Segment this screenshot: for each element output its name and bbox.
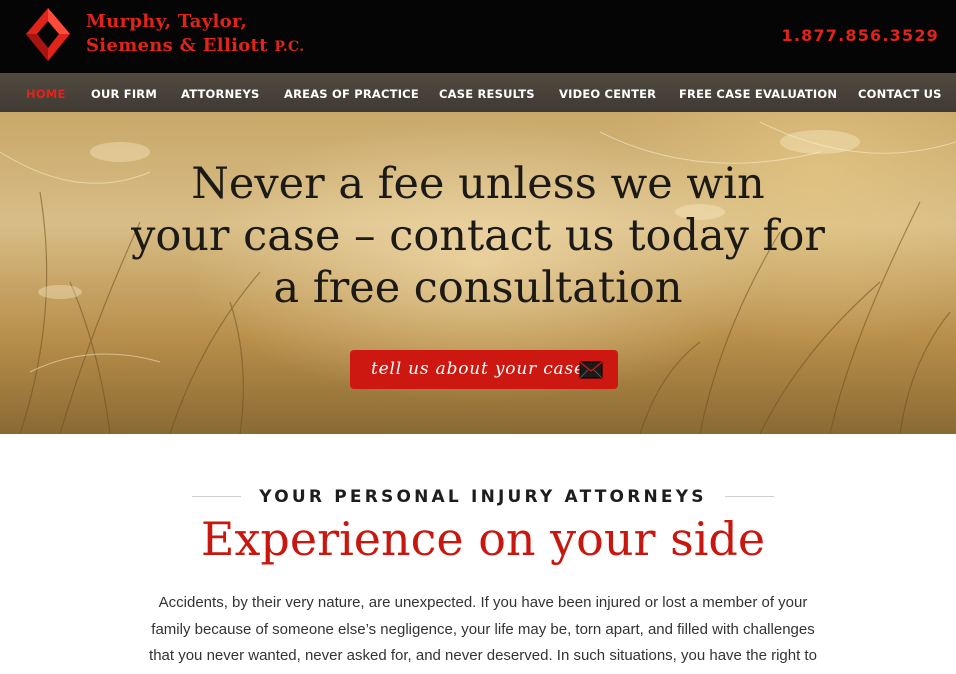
nav-item-contact-us[interactable]: CONTACT US xyxy=(858,87,942,101)
nav-item-video-center[interactable]: VIDEO CENTER xyxy=(559,87,656,101)
envelope-icon xyxy=(579,361,603,379)
firm-name-suffix: P.C. xyxy=(274,39,305,55)
hero-headline-line2: your case – contact us today for xyxy=(131,211,825,261)
hero-banner: Never a fee unless we win your case – co… xyxy=(0,112,956,434)
intro-paragraph-line3: that you never wanted, never asked for, … xyxy=(149,647,817,665)
section-kicker: YOUR PERSONAL INJURY ATTORNEYS xyxy=(259,487,707,507)
phone-number[interactable]: 1.877.856.3529 xyxy=(782,26,940,45)
firm-name-partners: Siemens & Elliott xyxy=(86,35,268,56)
intro-paragraph: Accidents, by their very nature, are une… xyxy=(120,590,846,670)
intro-paragraph-line1: Accidents, by their very nature, are une… xyxy=(158,594,808,611)
nav-item-areas-of-practice[interactable]: AREAS OF PRACTICE xyxy=(284,87,419,101)
nav-item-attorneys[interactable]: ATTORNEYS xyxy=(181,87,259,101)
cta-label: tell us about your case xyxy=(371,359,585,379)
firm-name[interactable]: Murphy, Taylor, Siemens & Elliott P.C. xyxy=(86,10,304,59)
nav-item-home[interactable]: HOME xyxy=(26,87,66,101)
intro-paragraph-line2: family because of someone else’s neglige… xyxy=(151,620,815,638)
hero-headline-line3: a free consultation xyxy=(273,263,683,313)
diamond-logo-icon[interactable] xyxy=(26,8,70,61)
hero-headline-line1: Never a fee unless we win xyxy=(191,159,765,209)
firm-name-line1: Murphy, Taylor, xyxy=(86,11,248,32)
section-headline: Experience on your side xyxy=(200,512,766,566)
firm-name-line2: Siemens & Elliott P.C. xyxy=(86,34,304,59)
site-header: Murphy, Taylor, Siemens & Elliott P.C. 1… xyxy=(0,0,956,73)
nav-item-our-firm[interactable]: OUR FIRM xyxy=(91,87,157,101)
hero-headline: Never a fee unless we win your case – co… xyxy=(0,158,956,314)
tell-us-about-your-case-button[interactable]: tell us about your case xyxy=(350,350,618,389)
main-nav: HOME OUR FIRM ATTORNEYS AREAS OF PRACTIC… xyxy=(0,73,956,112)
nav-item-free-case-evaluation[interactable]: FREE CASE EVALUATION xyxy=(679,87,837,101)
nav-item-case-results[interactable]: CASE RESULTS xyxy=(439,87,535,101)
